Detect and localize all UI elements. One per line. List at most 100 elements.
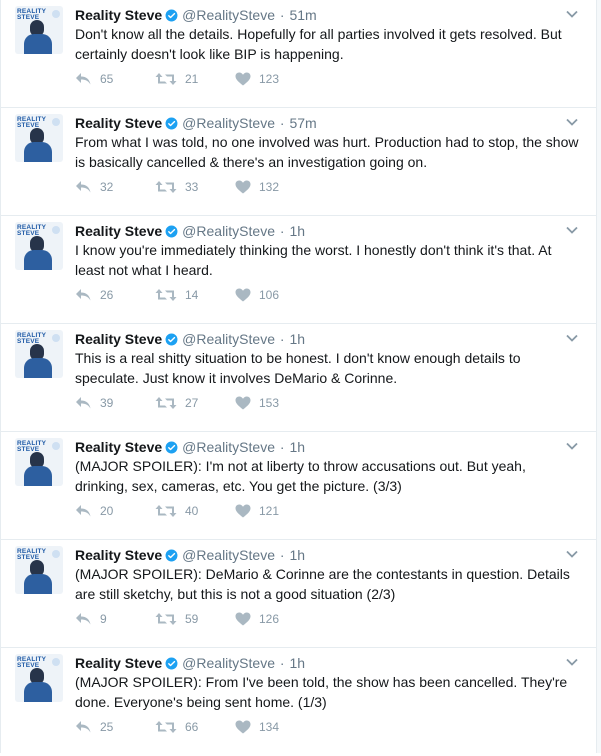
reply-icon: [76, 289, 91, 301]
user-name[interactable]: Reality Steve: [75, 655, 162, 671]
tweet-actions: 25 66 134: [75, 718, 375, 736]
like-button[interactable]: 121: [235, 502, 279, 520]
user-name[interactable]: Reality Steve: [75, 7, 162, 23]
heart-icon: [235, 720, 251, 734]
tweet-timestamp[interactable]: 1h: [289, 223, 305, 239]
like-button[interactable]: 153: [235, 394, 279, 412]
user-name[interactable]: Reality Steve: [75, 331, 162, 347]
tweet[interactable]: REALITY STEVE Reality Steve @RealitySteve…: [1, 108, 596, 216]
like-button[interactable]: 106: [235, 286, 279, 304]
user-handle[interactable]: @RealitySteve: [182, 7, 275, 23]
heart-icon: [235, 72, 251, 86]
tweet-actions: 26 14 106: [75, 286, 375, 304]
tweet-header: Reality Steve @RealitySteve · 1h: [75, 221, 305, 241]
chevron-down-icon[interactable]: [566, 226, 578, 234]
user-name[interactable]: Reality Steve: [75, 439, 162, 455]
retweet-icon: [155, 181, 177, 193]
chevron-down-icon[interactable]: [566, 334, 578, 342]
tweet-timestamp[interactable]: 1h: [289, 655, 305, 671]
like-button[interactable]: 123: [235, 70, 279, 88]
verified-icon: [165, 225, 178, 238]
retweet-button[interactable]: 33: [155, 178, 198, 196]
retweet-button[interactable]: 14: [155, 286, 198, 304]
heart-icon: [235, 288, 251, 302]
reply-icon: [76, 397, 91, 409]
retweet-button[interactable]: 40: [155, 502, 198, 520]
retweet-button[interactable]: 27: [155, 394, 198, 412]
reply-button[interactable]: 25: [75, 718, 113, 736]
user-handle[interactable]: @RealitySteve: [182, 223, 275, 239]
tweet-actions: 39 27 153: [75, 394, 375, 412]
user-handle[interactable]: @RealitySteve: [182, 655, 275, 671]
chevron-down-icon[interactable]: [566, 658, 578, 666]
tweet-text: Don't know all the details. Hopefully fo…: [75, 26, 562, 62]
retweet-button[interactable]: 21: [155, 70, 198, 88]
tweet-timestamp[interactable]: 1h: [289, 331, 305, 347]
tweet[interactable]: REALITY STEVE Reality Steve @RealitySteve…: [1, 648, 596, 756]
tweet-timestamp[interactable]: 51m: [289, 7, 316, 23]
separator: ·: [279, 547, 285, 563]
retweet-button[interactable]: 59: [155, 610, 198, 628]
reply-button[interactable]: 39: [75, 394, 113, 412]
like-button[interactable]: 132: [235, 178, 279, 196]
avatar[interactable]: REALITY STEVE: [15, 438, 63, 486]
reply-button[interactable]: 32: [75, 178, 113, 196]
separator: ·: [279, 331, 285, 347]
retweet-count: 14: [185, 288, 199, 302]
separator: ·: [279, 7, 285, 23]
avatar[interactable]: REALITY STEVE: [15, 546, 63, 594]
user-name[interactable]: Reality Steve: [75, 223, 162, 239]
user-handle[interactable]: @RealitySteve: [182, 115, 275, 131]
tweet-timestamp[interactable]: 1h: [289, 439, 305, 455]
retweet-count: 59: [185, 612, 199, 626]
tweet[interactable]: REALITY STEVE Reality Steve @RealitySteve…: [1, 216, 596, 324]
chevron-down-icon[interactable]: [566, 442, 578, 450]
avatar[interactable]: REALITY STEVE: [15, 222, 63, 270]
verified-icon: [165, 549, 178, 562]
retweet-count: 40: [185, 504, 199, 518]
reply-icon: [76, 721, 91, 733]
reply-count: 26: [100, 288, 114, 302]
chevron-down-icon[interactable]: [566, 10, 578, 18]
tweet-timeline: REALITY STEVE Reality Steve @RealitySteve…: [0, 0, 597, 753]
reply-button[interactable]: 20: [75, 502, 113, 520]
tweet[interactable]: REALITY STEVE Reality Steve @RealitySteve…: [1, 540, 596, 648]
user-handle[interactable]: @RealitySteve: [182, 547, 275, 563]
retweet-count: 66: [185, 720, 199, 734]
tweet-text: I know you're immediately thinking the w…: [75, 242, 552, 278]
chevron-down-icon[interactable]: [566, 550, 578, 558]
retweet-count: 21: [185, 72, 199, 86]
tweet-text: (MAJOR SPOILER): From I've been told, th…: [75, 674, 568, 710]
avatar[interactable]: REALITY STEVE: [15, 114, 63, 162]
chevron-down-icon[interactable]: [566, 118, 578, 126]
like-button[interactable]: 126: [235, 610, 279, 628]
tweet-header: Reality Steve @RealitySteve · 1h: [75, 329, 305, 349]
user-handle[interactable]: @RealitySteve: [182, 439, 275, 455]
avatar[interactable]: REALITY STEVE: [15, 6, 63, 54]
tweet-text: (MAJOR SPOILER): DeMario & Corinne are t…: [75, 566, 570, 602]
tweet[interactable]: REALITY STEVE Reality Steve @RealitySteve…: [1, 0, 596, 108]
tweet[interactable]: REALITY STEVE Reality Steve @RealitySteve…: [1, 324, 596, 432]
verified-icon: [165, 117, 178, 130]
user-name[interactable]: Reality Steve: [75, 115, 162, 131]
avatar[interactable]: REALITY STEVE: [15, 330, 63, 378]
like-button[interactable]: 134: [235, 718, 279, 736]
reply-button[interactable]: 9: [75, 610, 107, 628]
like-count: 123: [259, 72, 280, 86]
heart-icon: [235, 180, 251, 194]
retweet-icon: [155, 289, 177, 301]
reply-button[interactable]: 65: [75, 70, 113, 88]
retweet-count: 27: [185, 396, 199, 410]
avatar[interactable]: REALITY STEVE: [15, 654, 63, 702]
tweet-timestamp[interactable]: 57m: [289, 115, 316, 131]
scrollbar-track[interactable]: [597, 0, 601, 753]
like-count: 106: [259, 288, 280, 302]
reply-button[interactable]: 26: [75, 286, 113, 304]
retweet-icon: [155, 73, 177, 85]
user-name[interactable]: Reality Steve: [75, 547, 162, 563]
tweet[interactable]: REALITY STEVE Reality Steve @RealitySteve…: [1, 432, 596, 540]
retweet-button[interactable]: 66: [155, 718, 198, 736]
tweet-timestamp[interactable]: 1h: [289, 547, 305, 563]
like-count: 121: [259, 504, 280, 518]
user-handle[interactable]: @RealitySteve: [182, 331, 275, 347]
